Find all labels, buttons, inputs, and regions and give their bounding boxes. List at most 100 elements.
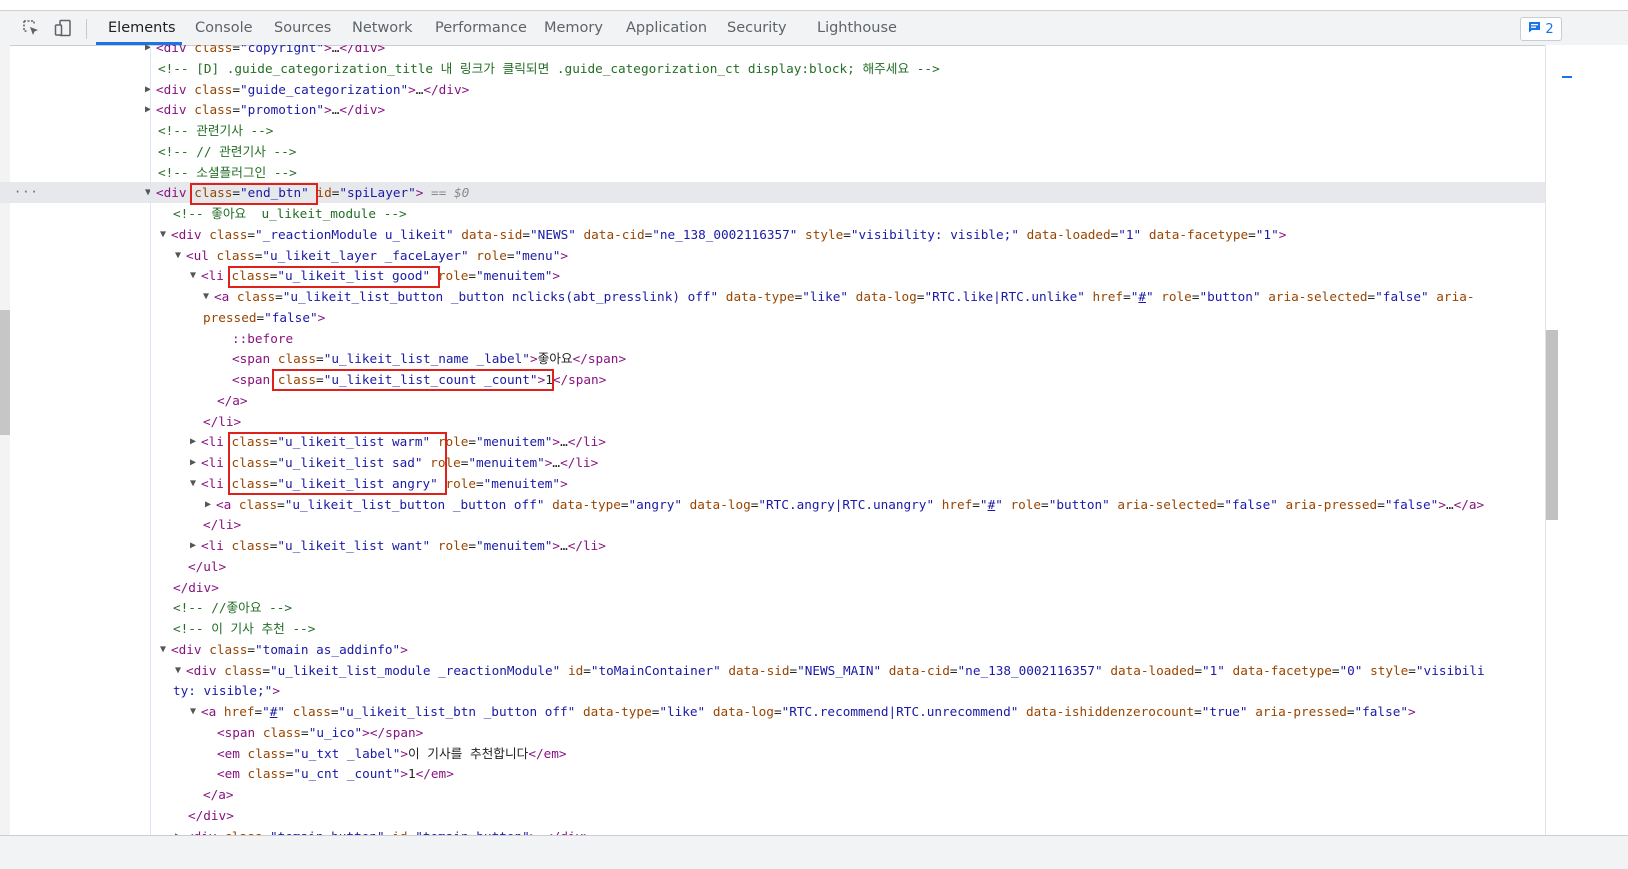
code-token: "u_likeit_list angry"	[277, 475, 438, 491]
vertical-scrollbar-thumb[interactable]	[1546, 330, 1558, 520]
dom-row[interactable]: ▶ <li class="u_likeit_list warm" role="me…	[0, 431, 1545, 452]
code-token: li	[208, 455, 224, 470]
dom-row[interactable]: ::before	[0, 328, 1545, 349]
expand-triangle-open-icon[interactable]: ▼	[190, 265, 196, 286]
code-token: "toMainContainer"	[590, 662, 721, 678]
dom-row[interactable]: ▼ <ul class = "u_likeit_layer _faceLayer" r…	[0, 245, 1545, 266]
device-toolbar-icon[interactable]	[52, 17, 74, 39]
expand-triangle-open-icon[interactable]: ▼	[175, 245, 181, 266]
code-token: em	[224, 745, 240, 761]
dom-row[interactable]: ▶ <div class="copyright">…</div>	[0, 45, 1545, 58]
code-token: </li>	[560, 455, 599, 470]
dom-row[interactable]: <!-- //좋아요 -->	[0, 597, 1545, 618]
select-element-icon[interactable]	[20, 17, 42, 39]
code-token: <	[201, 475, 209, 491]
dom-row[interactable]: </li>	[0, 411, 1545, 432]
expand-triangle-open-icon[interactable]: ▼	[160, 224, 166, 245]
expand-triangle-open-icon[interactable]: ▼	[190, 701, 196, 722]
dom-row[interactable]: </li>	[0, 514, 1545, 535]
code-token: =	[256, 309, 265, 325]
expand-triangle-open-icon[interactable]: ▼	[190, 473, 196, 494]
dom-row[interactable]: ▶ <div class="guide_categorization">…</di…	[0, 79, 1545, 100]
code-token: data-loaded	[1018, 226, 1111, 242]
tab-application[interactable]: Application	[626, 11, 707, 45]
dom-row[interactable]: ▼ <li class="u_likeit_list good" role="me…	[0, 265, 1545, 286]
dom-row[interactable]: <!-- [D] .guide_categorization_title 내 링…	[0, 58, 1545, 79]
dom-row[interactable]: </div>	[0, 805, 1545, 826]
dom-row-content: </a>	[217, 390, 248, 411]
expand-triangle-open-icon[interactable]: ▼	[175, 660, 181, 681]
expand-triangle-closed-icon[interactable]: ▶	[205, 494, 211, 515]
dom-row[interactable]: ▶ <div class="promotion">…</div>	[0, 99, 1545, 120]
dom-row[interactable]: ▼ <div class="tomain as_addinfo">	[0, 639, 1545, 660]
code-token: "angry"	[628, 496, 682, 512]
dom-row[interactable]: ty: visible;">	[0, 680, 1545, 701]
tab-security[interactable]: Security	[727, 11, 787, 45]
code-token: <	[156, 81, 164, 97]
dom-row[interactable]: </a>	[0, 784, 1545, 805]
code-token: class	[201, 226, 248, 242]
expand-triangle-closed-icon[interactable]: ▶	[190, 452, 196, 473]
dom-row[interactable]: ▼ <li class="u_likeit_list angry" role="m…	[0, 473, 1545, 494]
tab-console[interactable]: Console	[195, 11, 253, 45]
dom-row[interactable]: <!-- 소셜플러그인 -->	[0, 162, 1545, 183]
code-token: role	[430, 538, 469, 553]
issues-counter-button[interactable]: 2	[1520, 17, 1562, 41]
dom-row[interactable]: <!-- 좋아요 u_likeit_module -->	[0, 203, 1545, 224]
expand-triangle-closed-icon[interactable]: ▶	[190, 431, 196, 452]
tab-lighthouse[interactable]: Lighthouse	[817, 11, 897, 45]
dom-row[interactable]: <span class="u_likeit_list_count _count"…	[0, 369, 1545, 390]
dom-row[interactable]: </a>	[0, 390, 1545, 411]
code-token: =	[1194, 704, 1202, 719]
expand-triangle-closed-icon[interactable]: ▶	[190, 535, 196, 556]
dom-row[interactable]: <em class="u_txt _label">이 기사를 추천합니다</em…	[0, 743, 1545, 764]
dom-row[interactable]: ▼ <a href="#" class="u_likeit_list_btn _b…	[0, 701, 1545, 722]
code-token: "	[1145, 289, 1154, 304]
dom-row[interactable]: </ul>	[0, 556, 1545, 577]
code-token: </a>	[203, 787, 234, 802]
dom-row[interactable]: pressed="false">	[0, 307, 1545, 328]
code-token: pressed	[203, 309, 257, 325]
code-token: >	[552, 434, 561, 450]
more-options-icon[interactable]: ···	[14, 182, 39, 203]
expand-triangle-open-icon[interactable]: ▼	[203, 286, 209, 307]
tab-performance[interactable]: Performance	[435, 11, 527, 45]
dom-row-content: <div class="end_btn" id="spiLayer"> == $…	[156, 182, 469, 203]
code-token: "u_likeit_list_btn _button off"	[338, 704, 576, 719]
code-token: </div>	[423, 81, 470, 97]
dom-row[interactable]: <em class="u_cnt _count">1</em>	[0, 763, 1545, 784]
dom-row-content: <!-- // 관련기사 -->	[158, 141, 296, 162]
code-token: =	[583, 662, 591, 678]
dom-row[interactable]: ▶ <li class="u_likeit_list want" role="me…	[0, 535, 1545, 556]
dom-row[interactable]: ▼ <div class="u_likeit_list_module _react…	[0, 660, 1545, 681]
dom-row-selected[interactable]: ▼ ··· <div class="end_btn" id="spiLayer"> …	[0, 182, 1545, 204]
dom-row[interactable]: ▶ <div class="tomain_button" id="tomain_b…	[0, 826, 1545, 836]
code-token: =	[254, 704, 263, 719]
dom-row-content: <div class="guide_categorization">…</div…	[156, 79, 469, 100]
dom-row[interactable]: ▶ <li class="u_likeit_list sad" role="men…	[0, 452, 1545, 473]
code-token: "spiLayer"	[339, 185, 416, 201]
tab-memory[interactable]: Memory	[544, 11, 603, 45]
code-token: <	[201, 538, 209, 553]
code-token: class	[186, 185, 233, 201]
tab-sources[interactable]: Sources	[274, 11, 331, 45]
code-token: class	[223, 434, 270, 450]
dom-row[interactable]: ▼ <a class="u_likeit_list_button _button …	[0, 286, 1545, 307]
dom-row[interactable]: <!-- // 관련기사 -->	[0, 141, 1545, 162]
dom-row[interactable]: <span class="u_likeit_list_name _label">…	[0, 348, 1545, 369]
code-token: style	[797, 226, 844, 242]
code-token: aria-selected	[1260, 289, 1368, 304]
dom-row[interactable]: <span class="u_ico"></span>	[0, 722, 1545, 743]
code-token: <	[217, 766, 225, 782]
tab-elements[interactable]: Elements	[108, 11, 176, 45]
expand-triangle-open-icon[interactable]: ▼	[160, 639, 166, 660]
code-token: </ul>	[188, 558, 227, 574]
dom-row[interactable]: <!-- 이 기사 추천 -->	[0, 618, 1545, 639]
tab-network[interactable]: Network	[352, 11, 413, 45]
dom-row[interactable]: </div>	[0, 577, 1545, 598]
dom-row[interactable]: <!-- 관련기사 -->	[0, 120, 1545, 141]
dom-row[interactable]: ▼ <div class="_reactionModule u_likeit" d…	[0, 224, 1545, 245]
dom-row[interactable]: ▶ <a class="u_likeit_list_button _button …	[0, 494, 1545, 515]
code-token: >	[408, 81, 416, 97]
expand-triangle-closed-icon[interactable]: ▶	[175, 826, 181, 836]
